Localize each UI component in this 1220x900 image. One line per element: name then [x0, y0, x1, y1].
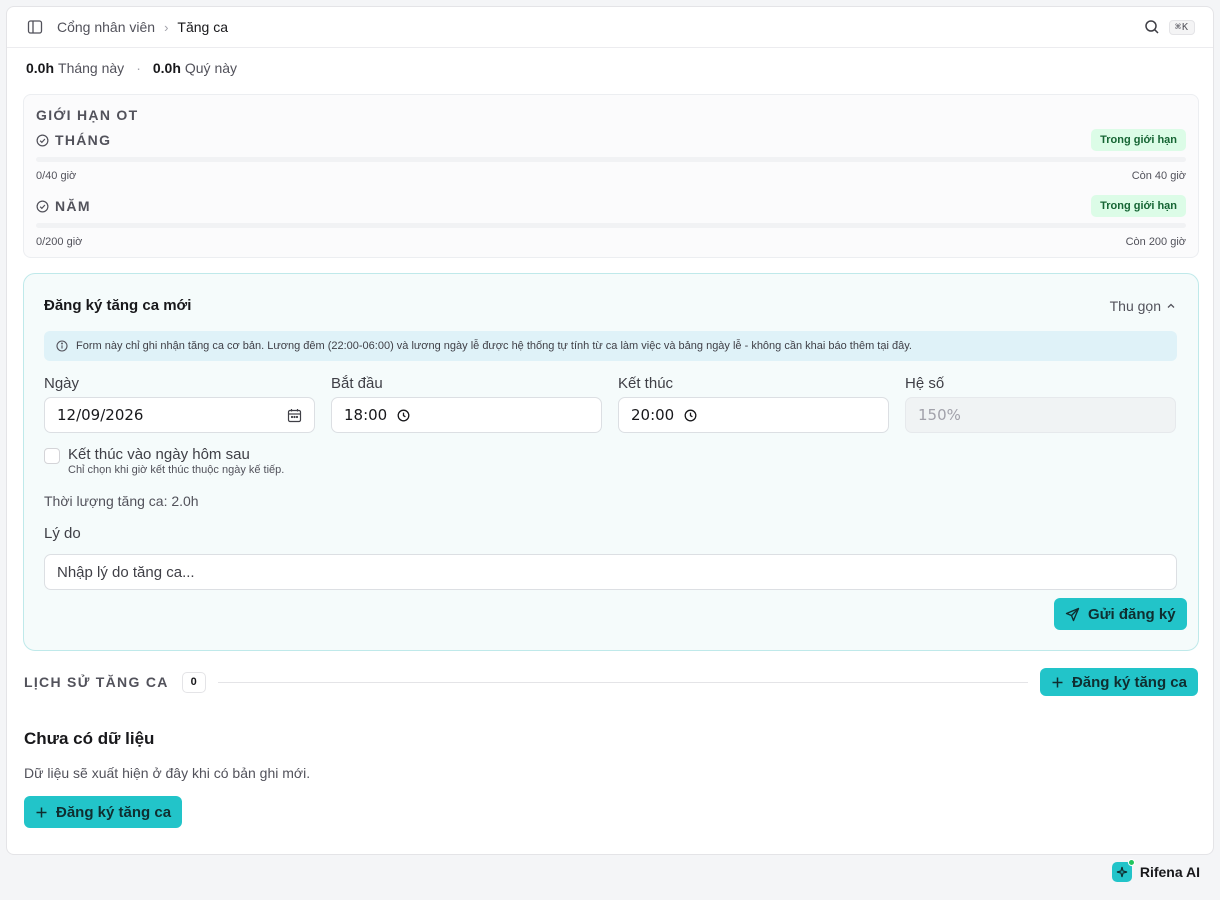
coefficient-input: 150%	[905, 397, 1176, 433]
calendar-icon[interactable]	[287, 408, 302, 423]
quarter-label: Quý này	[184, 60, 238, 76]
register-ot-button[interactable]: Đăng ký tăng ca	[1039, 668, 1198, 696]
end-time-input[interactable]: 20:00	[618, 397, 889, 433]
limit-year-progress	[36, 223, 1186, 228]
clock-icon[interactable]	[684, 409, 697, 422]
limit-month-progress	[36, 157, 1186, 162]
form-title: Đăng ký tăng ca mới	[44, 297, 192, 314]
empty-state-title: Chưa có dữ liệu	[24, 729, 155, 748]
ot-duration: Thời lượng tăng ca: 2.0h	[44, 493, 199, 509]
date-value: 12/09/2026	[57, 406, 144, 424]
divider	[217, 681, 1028, 683]
submit-button[interactable]: Gửi đăng ký	[1054, 598, 1187, 630]
month-hours: 0.0h	[26, 60, 55, 76]
history-count-badge: 0	[181, 671, 206, 693]
coefficient-value: 150%	[918, 406, 961, 424]
collapse-button[interactable]: Thu gọn	[1110, 298, 1176, 314]
limit-year-used: 0/200 giờ	[36, 236, 83, 248]
start-time-value: 18:00	[344, 406, 388, 424]
breadcrumb-chevron-icon: ›	[164, 19, 169, 35]
empty-register-ot-label: Đăng ký tăng ca	[56, 803, 172, 821]
next-day-checkbox[interactable]	[44, 448, 60, 464]
limit-month-used: 0/40 giờ	[36, 170, 77, 182]
next-day-label[interactable]: Kết thúc vào ngày hôm sau	[68, 446, 250, 463]
next-day-help: Chỉ chọn khi giờ kết thúc thuộc ngày kế …	[68, 464, 285, 476]
ot-limits-panel: GIỚI HẠN OT THÁNG Trong giới hạn 0/40 gi…	[23, 94, 1199, 258]
search-shortcut: ⌘K	[1168, 19, 1195, 35]
ot-limits-title: GIỚI HẠN OT	[36, 107, 139, 123]
ot-request-form: Đăng ký tăng ca mới Thu gọn Form này chỉ…	[23, 273, 1199, 651]
start-time-input[interactable]: 18:00	[331, 397, 602, 433]
clock-icon[interactable]	[397, 409, 410, 422]
chevron-up-icon	[1166, 301, 1176, 311]
start-time-label: Bắt đầu	[331, 375, 383, 392]
date-input[interactable]: 12/09/2026	[44, 397, 315, 433]
limit-year: NĂM Trong giới hạn 0/200 giờ Còn 200 giờ	[36, 195, 1186, 255]
submit-label: Gửi đăng ký	[1088, 605, 1176, 623]
limit-month-remaining: Còn 40 giờ	[1131, 170, 1186, 182]
sidebar-toggle-icon[interactable]	[27, 19, 43, 35]
history-title: LỊCH SỬ TĂNG CA	[24, 674, 169, 690]
limit-year-label: NĂM	[55, 198, 91, 214]
reason-label: Lý do	[44, 525, 81, 542]
ot-history-header: LỊCH SỬ TĂNG CA 0 Đăng ký tăng ca	[24, 667, 1198, 697]
limit-month: THÁNG Trong giới hạn 0/40 giờ Còn 40 giờ	[36, 129, 1186, 189]
end-time-value: 20:00	[631, 406, 675, 424]
limit-month-label: THÁNG	[55, 132, 112, 148]
breadcrumb-current: Tăng ca	[177, 19, 229, 35]
top-bar: Cổng nhân viên › Tăng ca ⌘K	[7, 7, 1213, 48]
empty-state-description: Dữ liệu sẽ xuất hiện ở đây khi có bản gh…	[24, 765, 311, 781]
collapse-label: Thu gọn	[1109, 298, 1161, 314]
plus-icon	[35, 806, 48, 819]
info-icon	[56, 340, 68, 352]
info-note: Form này chỉ ghi nhận tăng ca cơ bản. Lư…	[44, 331, 1177, 361]
end-time-label: Kết thúc	[618, 375, 674, 392]
online-status-dot	[1127, 859, 1135, 866]
plus-icon	[1051, 676, 1064, 689]
sparkle-icon	[1111, 859, 1135, 882]
ot-summary: 0.0h Tháng này · 0.0h Quý này	[26, 60, 237, 76]
ai-assistant-label: Rifena AI	[1139, 864, 1200, 880]
info-note-text: Form này chỉ ghi nhận tăng ca cơ bản. Lư…	[76, 340, 912, 352]
date-label: Ngày	[44, 375, 80, 392]
month-label: Tháng này	[58, 60, 125, 76]
breadcrumb-parent[interactable]: Cổng nhân viên	[57, 19, 155, 35]
limit-month-status-badge: Trong giới hạn	[1091, 129, 1186, 151]
coefficient-label: Hệ số	[905, 375, 945, 392]
check-circle-icon	[36, 134, 49, 147]
check-circle-icon	[36, 200, 49, 213]
empty-register-ot-button[interactable]: Đăng ký tăng ca	[24, 796, 183, 828]
register-ot-label: Đăng ký tăng ca	[1071, 673, 1187, 691]
separator-dot: ·	[136, 60, 141, 76]
send-icon	[1065, 607, 1080, 622]
search-icon[interactable]	[1144, 19, 1160, 35]
limit-year-remaining: Còn 200 giờ	[1125, 236, 1186, 248]
reason-input[interactable]	[44, 554, 1177, 590]
main-card: Cổng nhân viên › Tăng ca ⌘K 0.0h Tháng n…	[6, 6, 1214, 855]
limit-year-status-badge: Trong giới hạn	[1091, 195, 1186, 217]
quarter-hours: 0.0h	[152, 60, 181, 76]
ai-assistant-button[interactable]: Rifena AI	[1111, 859, 1200, 882]
